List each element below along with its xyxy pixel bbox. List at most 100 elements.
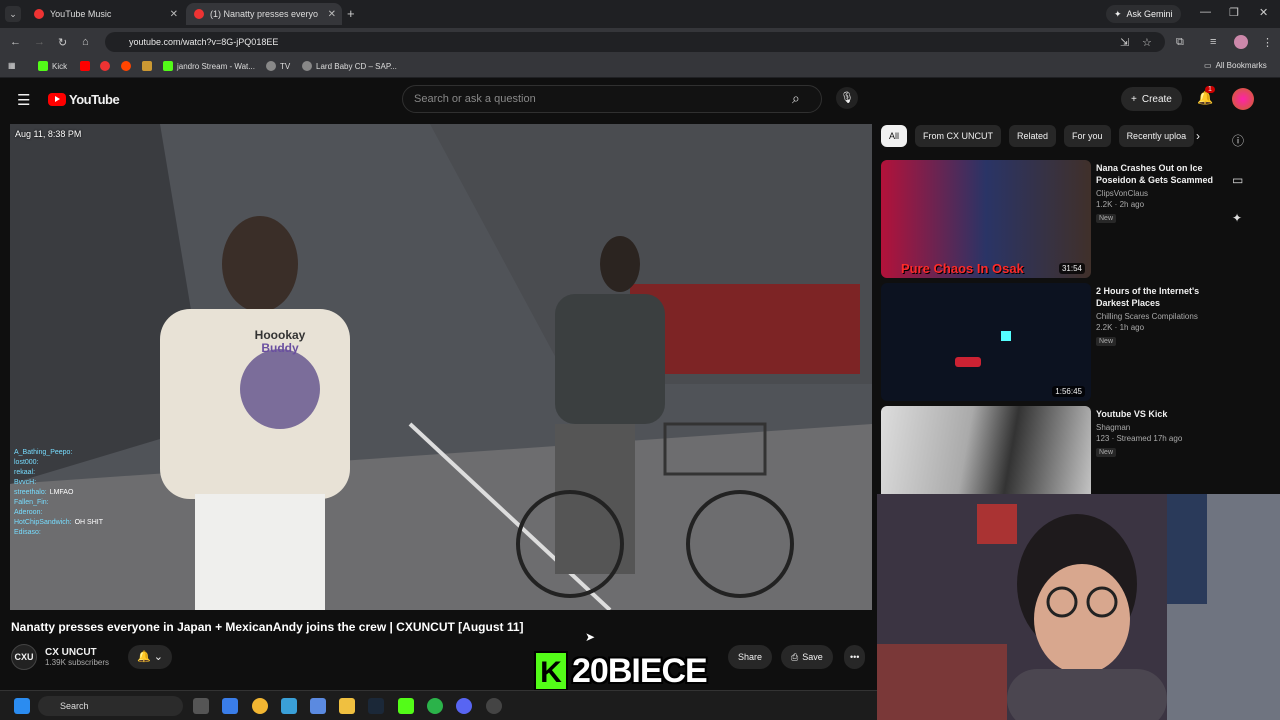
task-view-icon[interactable] xyxy=(193,698,209,714)
comment-icon[interactable]: ▭ xyxy=(1232,173,1244,187)
chip-recently-uploaded[interactable]: Recently uploa xyxy=(1118,125,1195,147)
chat-user: A_Bathing_Peepo: xyxy=(14,449,73,456)
account-avatar[interactable] xyxy=(1232,88,1254,110)
obs-icon[interactable] xyxy=(486,698,502,714)
bookmark-youtube[interactable] xyxy=(80,61,90,71)
recommendation-title[interactable]: Nana Crashes Out on Ice Poseidon & Gets … xyxy=(1096,162,1221,186)
menu-icon[interactable]: ⋮ xyxy=(1262,36,1273,49)
back-icon[interactable]: ← xyxy=(10,36,21,48)
bookmark-image[interactable] xyxy=(142,61,152,71)
home-icon[interactable]: ⌂ xyxy=(82,36,89,48)
forward-icon[interactable]: → xyxy=(34,36,45,48)
chat-message: streethalo: LMFAO xyxy=(14,489,184,496)
subscribed-bell-button[interactable]: 🔔 ⌄ xyxy=(128,645,172,669)
recommendation-title[interactable]: 2 Hours of the Internet's Darkest Places xyxy=(1096,285,1221,309)
chip-from-channel[interactable]: From CX UNCUT xyxy=(915,125,1002,147)
bookmark-tv[interactable]: TV xyxy=(266,61,290,71)
taskbar-search-label: Search xyxy=(60,701,89,711)
maximize-icon[interactable]: ❐ xyxy=(1229,6,1239,19)
windows-start-icon[interactable] xyxy=(14,698,30,714)
video-thumbnail[interactable]: 1:56:45 xyxy=(881,283,1091,401)
recommendation-channel[interactable]: Chilling Scares Compilations xyxy=(1096,312,1221,321)
steam-icon[interactable] xyxy=(368,698,384,714)
discord-icon[interactable] xyxy=(456,698,472,714)
tab-current-video[interactable]: (1) Nanatty presses everyo ✕ xyxy=(186,3,342,25)
tab-youtube-music[interactable]: YouTube Music ✕ xyxy=(26,3,184,25)
bookmark-label: TV xyxy=(280,61,291,71)
calculator-icon[interactable] xyxy=(310,698,326,714)
kick-logo-icon: K xyxy=(534,651,568,691)
save-button[interactable]: ⎙ Save xyxy=(781,645,833,669)
bell-icon: 🔔 xyxy=(137,651,151,663)
chip-for-you[interactable]: For you xyxy=(1064,125,1111,147)
reload-icon[interactable]: ↻ xyxy=(58,36,67,49)
recommendation-title[interactable]: Youtube VS Kick xyxy=(1096,408,1221,420)
recommendation-channel[interactable]: Shagman xyxy=(1096,423,1221,432)
video-player[interactable]: Hoookay Buddy Aug 11, 8:38 PM A_Bathing_… xyxy=(10,124,872,610)
minimize-icon[interactable]: — xyxy=(1200,6,1211,18)
channel-name[interactable]: CX UNCUT xyxy=(45,647,109,658)
store-icon[interactable] xyxy=(281,698,297,714)
bookmark-label: Kick xyxy=(52,61,68,71)
chip-related[interactable]: Related xyxy=(1009,125,1057,147)
media-control-icon[interactable]: ≡ xyxy=(1210,36,1216,48)
kick-app-icon[interactable] xyxy=(398,698,414,714)
new-tab-icon[interactable]: + xyxy=(347,6,355,21)
close-icon[interactable]: ✕ xyxy=(170,9,178,20)
install-icon[interactable]: ⇲ xyxy=(1120,36,1129,49)
apps-icon[interactable]: ▦ xyxy=(8,61,16,70)
profile-avatar[interactable] xyxy=(1234,35,1248,49)
related-chips: All From CX UNCUT Related For you Recent… xyxy=(881,125,1195,147)
share-button[interactable]: Share xyxy=(728,645,773,669)
chrome-icon[interactable] xyxy=(427,698,443,714)
bookmark-jandro[interactable]: jandro Stream - Wat... xyxy=(163,61,255,71)
create-button[interactable]: + Create xyxy=(1121,87,1182,111)
bookmark-music[interactable] xyxy=(100,61,110,71)
chip-all[interactable]: All xyxy=(881,125,908,147)
url-bar[interactable]: youtube.com/watch?v=8G-jPQ018EE xyxy=(105,32,1165,52)
search-icon[interactable]: ⌕ xyxy=(792,90,800,107)
recommendation-card[interactable]: Pure Chaos In Osak 31:54 Nana Crashes Ou… xyxy=(881,160,1221,278)
youtube-logo[interactable]: YouTube xyxy=(48,92,120,107)
recommendation-meta: Nana Crashes Out on Ice Poseidon & Gets … xyxy=(1096,162,1221,223)
chevron-right-icon[interactable]: › xyxy=(1196,129,1200,143)
bookmark-star-icon[interactable]: ☆ xyxy=(1142,36,1152,49)
search-input[interactable]: Search or ask a question xyxy=(402,85,822,113)
channel-avatar[interactable]: CXU xyxy=(11,644,37,670)
browser-icon[interactable] xyxy=(252,698,268,714)
mic-icon[interactable]: 🎙 xyxy=(836,87,858,109)
gemini-icon: ✦ xyxy=(1114,8,1122,19)
recommendation-card[interactable]: 1:56:45 2 Hours of the Internet's Darkes… xyxy=(881,283,1221,401)
all-bookmarks[interactable]: ▭ All Bookmarks xyxy=(1204,61,1267,70)
chat-text: OH SHIT xyxy=(74,519,103,526)
recommendation-meta: Youtube VS Kick Shagman 123 · Streamed 1… xyxy=(1096,408,1221,457)
video-timestamp: Aug 11, 8:38 PM xyxy=(15,129,82,139)
bookmark-lard-baby[interactable]: Lard Baby CD – SAP... xyxy=(302,61,397,71)
recommendation-channel[interactable]: ClipsVonClaus xyxy=(1096,189,1221,198)
bookmark-icon: ⎙ xyxy=(791,651,799,662)
file-explorer-icon[interactable] xyxy=(339,698,355,714)
duration-badge: 1:56:45 xyxy=(1052,386,1085,397)
sparkle-icon[interactable]: ✦ xyxy=(1232,211,1244,225)
close-icon[interactable]: ✕ xyxy=(328,9,336,20)
bookmark-kick[interactable]: Kick xyxy=(38,61,67,71)
url-text: youtube.com/watch?v=8G-jPQ018EE xyxy=(129,37,279,47)
hamburger-menu-icon[interactable]: ☰ xyxy=(17,91,30,109)
notifications-bell-icon[interactable]: 🔔 1 xyxy=(1197,86,1215,106)
chat-text: LMFAO xyxy=(49,489,74,496)
widgets-icon[interactable] xyxy=(222,698,238,714)
more-actions-button[interactable]: ••• xyxy=(844,645,866,669)
ask-gemini-button[interactable]: ✦ Ask Gemini xyxy=(1106,5,1181,23)
tab-search-icon[interactable]: ⌄ xyxy=(5,6,21,22)
close-window-icon[interactable]: ✕ xyxy=(1259,6,1268,19)
extensions-icon[interactable]: ⧉ xyxy=(1176,36,1184,49)
site-icon xyxy=(142,61,152,71)
recommendation-meta: 2 Hours of the Internet's Darkest Places… xyxy=(1096,285,1221,346)
video-thumbnail[interactable]: Pure Chaos In Osak 31:54 xyxy=(881,160,1091,278)
chat-user: HotChipSandwich: xyxy=(14,519,72,526)
taskbar-search-input[interactable]: Search xyxy=(38,696,183,716)
bookmark-reddit[interactable] xyxy=(121,61,131,71)
thumbnail-caption: Pure Chaos In Osak xyxy=(901,261,1024,276)
info-icon[interactable]: ⓘ xyxy=(1232,132,1244,149)
chevron-down-icon: ⌄ xyxy=(153,651,163,663)
